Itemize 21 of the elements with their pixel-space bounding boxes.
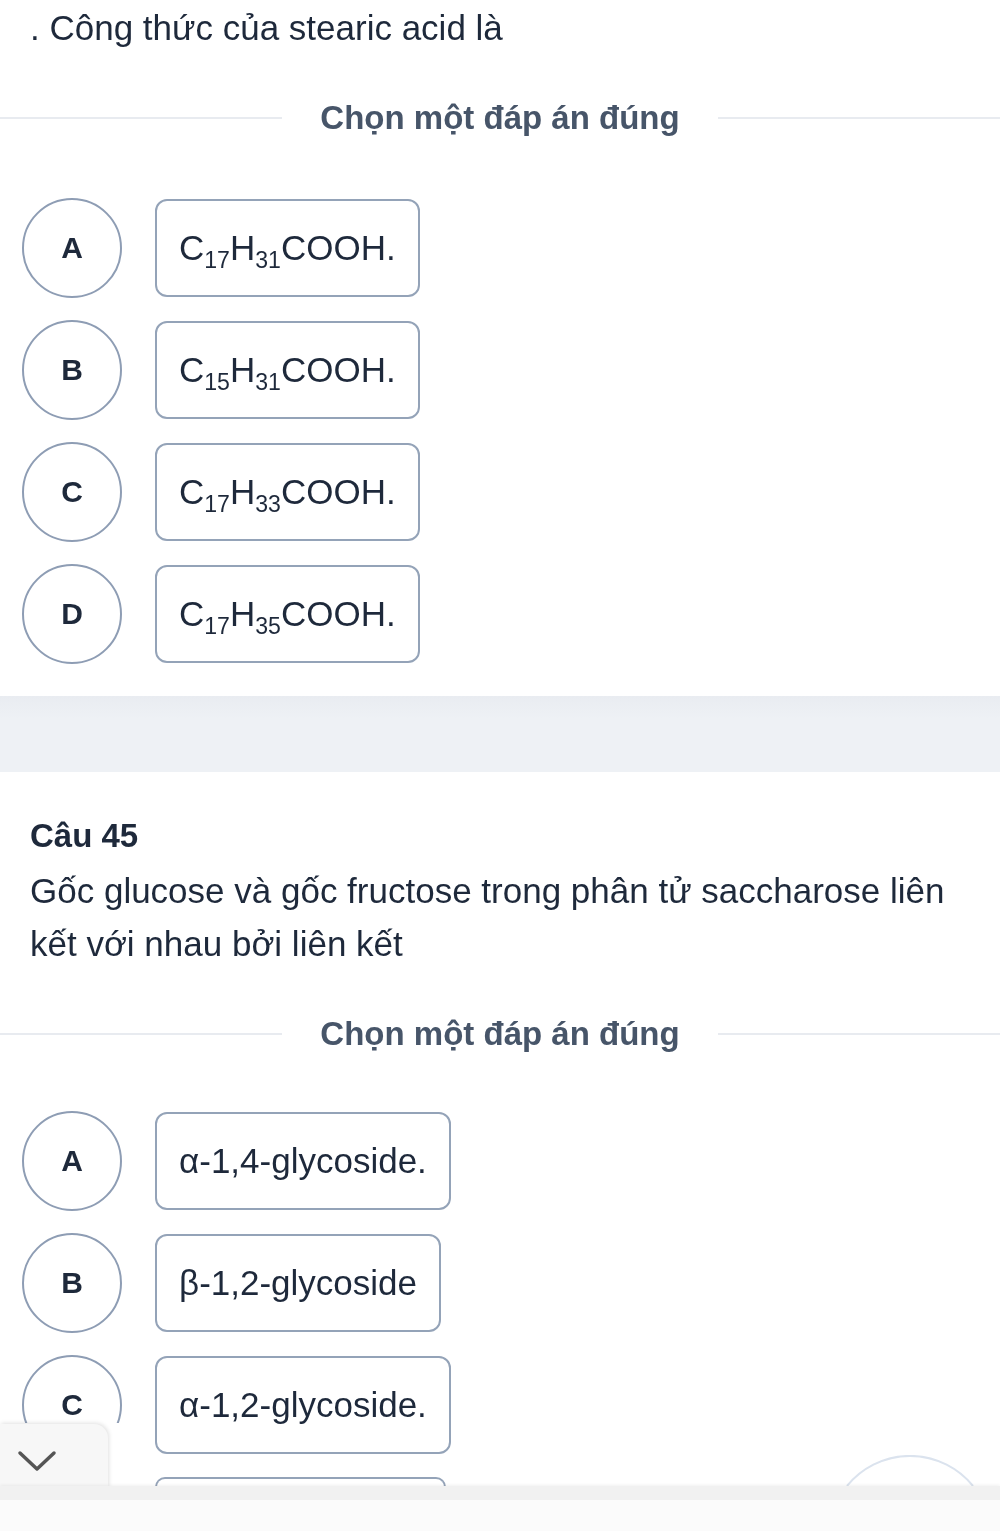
question-text: Gốc glucose và gốc fructose trong phân tử saccharose liên kết với nhau bởi liên kết [30, 870, 946, 965]
question-text: . Công thức của stearic acid là [30, 8, 504, 48]
answer-option[interactable]: C$_{15}$H$_{31}$COOH. [155, 321, 420, 419]
answer-option[interactable]: β-1,2-glycoside [155, 1234, 441, 1332]
collapse-tab[interactable] [0, 1424, 108, 1488]
chevron-down-icon [17, 1450, 57, 1472]
answer-option[interactable]: C$_{17}$H$_{31}$COOH. [155, 199, 420, 297]
option-letter[interactable]: B [22, 320, 122, 420]
instruction-text: Chọn một đáp án đúng [320, 1015, 680, 1053]
answer-option[interactable]: C$_{17}$H$_{33}$COOH. [155, 443, 420, 541]
option-letter[interactable]: C [22, 442, 122, 542]
answer-option[interactable]: α-1,2-glycoside. [155, 1356, 451, 1454]
instruction-text: Chọn một đáp án đúng [320, 99, 680, 137]
option-letter[interactable]: A [22, 1111, 122, 1211]
option-letter[interactable]: A [22, 198, 122, 298]
question-number: Câu 45 [30, 816, 140, 856]
option-letter[interactable]: B [22, 1233, 122, 1333]
option-letter[interactable]: C [22, 1355, 122, 1423]
answer-option[interactable]: α-1,4-glycoside. [155, 1112, 451, 1210]
option-letter[interactable]: D [22, 564, 122, 664]
answer-option[interactable]: C$_{17}$H$_{35}$COOH. [155, 565, 420, 663]
